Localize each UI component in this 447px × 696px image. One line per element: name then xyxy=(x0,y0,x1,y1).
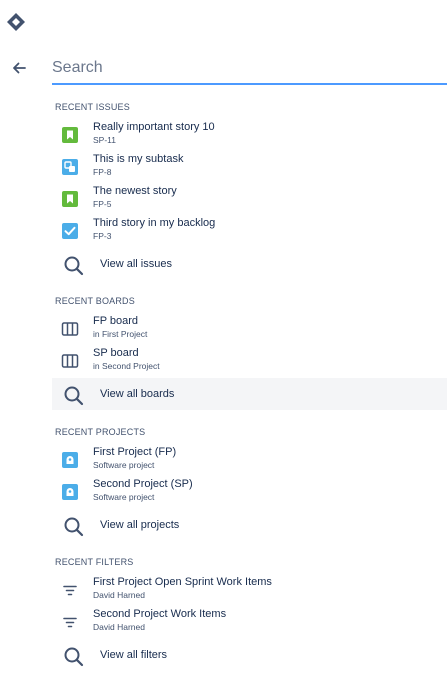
project-avatar-icon xyxy=(62,452,78,468)
view-all-label: View all boards xyxy=(100,388,175,400)
issue-title: Really important story 10 xyxy=(93,121,215,133)
jira-logo-icon[interactable] xyxy=(6,12,26,32)
issue-key: FP-8 xyxy=(93,167,112,177)
view-all-issues-link[interactable]: View all issues xyxy=(52,248,447,280)
project-item[interactable]: Second Project (SP) Software project xyxy=(52,477,447,509)
issue-item[interactable]: This is my subtask FP-8 xyxy=(52,152,447,184)
issue-key: SP-11 xyxy=(93,135,116,145)
view-all-label: View all filters xyxy=(100,649,168,661)
issue-title: The newest story xyxy=(93,185,177,197)
subtask-icon xyxy=(62,159,78,175)
board-icon xyxy=(61,354,79,368)
view-all-boards-link[interactable]: View all boards xyxy=(52,378,447,410)
view-all-label: View all projects xyxy=(100,519,180,531)
recent-projects-section: RECENT PROJECTS First Project (FP) Softw… xyxy=(52,425,447,541)
search-bar xyxy=(52,55,447,85)
board-name: FP board xyxy=(93,315,139,327)
filter-item[interactable]: Second Project Work Items David Harned xyxy=(52,607,447,639)
search-icon xyxy=(64,647,84,667)
project-type: Software project xyxy=(93,492,155,502)
story-icon xyxy=(62,127,78,143)
board-project: in First Project xyxy=(93,329,148,339)
filter-owner: David Harned xyxy=(93,622,145,632)
recent-filters-section: RECENT FILTERS First Project Open Sprint… xyxy=(52,555,447,671)
issue-item[interactable]: Third story in my backlog FP-3 xyxy=(52,216,447,248)
filter-item[interactable]: First Project Open Sprint Work Items Dav… xyxy=(52,575,447,607)
board-icon xyxy=(61,322,79,336)
project-type: Software project xyxy=(93,460,155,470)
search-icon xyxy=(64,256,84,276)
section-title-projects: RECENT PROJECTS xyxy=(55,427,146,437)
view-all-projects-link[interactable]: View all projects xyxy=(52,509,447,541)
issue-item[interactable]: Really important story 10 SP-11 xyxy=(52,120,447,152)
project-name: Second Project (SP) xyxy=(93,478,193,490)
issue-key: FP-3 xyxy=(93,231,112,241)
filter-owner: David Harned xyxy=(93,590,145,600)
story-icon xyxy=(62,191,78,207)
filter-icon xyxy=(63,585,77,596)
recent-issues-section: RECENT ISSUES Really important story 10 … xyxy=(52,100,447,280)
project-name: First Project (FP) xyxy=(93,446,177,458)
search-icon xyxy=(64,386,84,406)
search-icon xyxy=(64,517,84,537)
view-all-label: View all issues xyxy=(100,258,172,270)
board-name: SP board xyxy=(93,347,139,359)
section-title-filters: RECENT FILTERS xyxy=(55,557,134,567)
issue-key: FP-5 xyxy=(93,199,112,209)
issue-item[interactable]: The newest story FP-5 xyxy=(52,184,447,216)
filter-icon xyxy=(63,617,77,628)
back-arrow-icon[interactable] xyxy=(9,58,29,78)
task-icon xyxy=(62,223,78,239)
project-avatar-icon xyxy=(62,484,78,500)
recent-boards-section: RECENT BOARDS FP board in First Project … xyxy=(52,294,447,410)
board-item[interactable]: SP board in Second Project xyxy=(52,346,447,378)
filter-name: Second Project Work Items xyxy=(93,608,227,620)
section-title-issues: RECENT ISSUES xyxy=(55,102,130,112)
issue-title: Third story in my backlog xyxy=(93,217,216,229)
project-item[interactable]: First Project (FP) Software project xyxy=(52,445,447,477)
board-project: in Second Project xyxy=(93,361,160,371)
view-all-filters-link[interactable]: View all filters xyxy=(52,639,447,671)
filter-name: First Project Open Sprint Work Items xyxy=(93,576,272,588)
search-input[interactable] xyxy=(52,55,447,81)
board-item[interactable]: FP board in First Project xyxy=(52,314,447,346)
section-title-boards: RECENT BOARDS xyxy=(55,296,135,306)
issue-title: This is my subtask xyxy=(93,153,184,165)
